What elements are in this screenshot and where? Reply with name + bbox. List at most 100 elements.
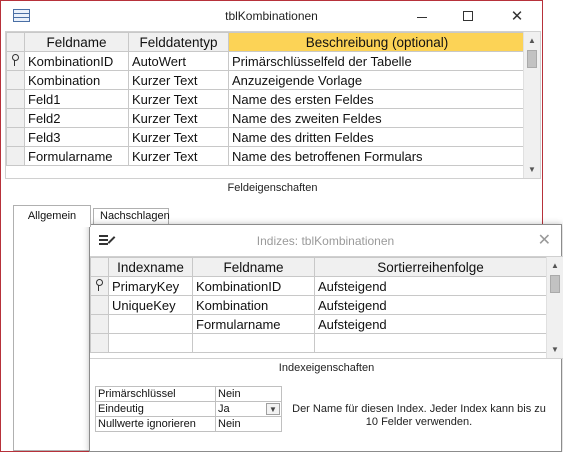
scroll-up-icon[interactable]: ▲ (524, 32, 540, 49)
index-table: Indexname Feldname Sortierreihenfolge Pr… (90, 257, 547, 353)
table-row[interactable]: Kombination Kurzer Text Anzuzeigende Vorla… (6, 70, 526, 90)
table-row[interactable]: UniqueKey Kombination Aufsteigend (90, 295, 547, 315)
select-all-corner[interactable] (90, 257, 109, 277)
cell-feldname[interactable]: KombinationID (192, 276, 315, 296)
index-help-text: Der Name für diesen Index. Jeder Index k… (292, 403, 546, 428)
cell-beschreibung[interactable]: Anzuzeigende Vorlage (228, 70, 526, 90)
tab-allgemein[interactable]: Allgemein (13, 205, 91, 227)
row-selector[interactable] (90, 333, 109, 353)
close-button[interactable]: ✕ (494, 1, 540, 31)
maximize-button[interactable] (445, 1, 491, 31)
cell-beschreibung[interactable]: Name des betroffenen Formulars (228, 146, 526, 166)
close-icon: ✕ (510, 8, 524, 25)
row-selector[interactable] (90, 314, 109, 334)
key-icon (94, 278, 104, 291)
column-header-felddatentyp[interactable]: Felddatentyp (128, 32, 229, 52)
row-selector[interactable] (90, 295, 109, 315)
table-row[interactable]: KombinationID AutoWert Primärschlüsselfeld… (6, 51, 526, 71)
field-table: Feldname Felddatentyp Beschreibung (opti… (6, 32, 526, 166)
cell-feldname[interactable] (192, 333, 315, 353)
column-header-sortierreihenfolge[interactable]: Sortierreihenfolge (314, 257, 547, 277)
index-properties-table: Primärschlüssel Nein Eindeutig Ja ▼ Nullw… (95, 386, 282, 432)
table-row-empty[interactable] (90, 333, 547, 353)
property-value-primary[interactable]: Nein (215, 386, 282, 402)
row-selector[interactable] (6, 127, 25, 147)
dialog-title: Indizes: tblKombinationen (256, 234, 395, 248)
cell-feldname[interactable]: Feld1 (24, 89, 129, 109)
field-grid: Feldname Felddatentyp Beschreibung (opti… (5, 31, 541, 179)
column-header-beschreibung[interactable]: Beschreibung (optional) (228, 32, 526, 52)
cell-sortierreihenfolge[interactable]: Aufsteigend (314, 314, 547, 334)
index-grid-scrollbar[interactable]: ▲ ▼ (546, 257, 563, 358)
row-selector[interactable] (90, 276, 109, 296)
minimize-button[interactable] (399, 1, 445, 31)
scroll-thumb[interactable] (527, 50, 537, 68)
property-value-text: Ja (218, 403, 230, 415)
select-all-corner[interactable] (6, 32, 25, 52)
field-grid-scrollbar[interactable]: ▲ ▼ (523, 32, 540, 178)
dialog-title-bar[interactable]: Indizes: tblKombinationen ✕ (90, 225, 561, 255)
row-selector[interactable] (6, 70, 25, 90)
cell-felddatentyp[interactable]: Kurzer Text (128, 108, 229, 128)
cell-felddatentyp[interactable]: Kurzer Text (128, 89, 229, 109)
column-header-feldname[interactable]: Feldname (24, 32, 129, 52)
row-selector[interactable] (6, 108, 25, 128)
maximize-icon (463, 11, 473, 21)
cell-sortierreihenfolge[interactable]: Aufsteigend (314, 276, 547, 296)
table-row[interactable]: PrimaryKey KombinationID Aufsteigend (90, 276, 547, 296)
scroll-thumb[interactable] (550, 275, 560, 293)
chevron-down-icon[interactable]: ▼ (266, 403, 280, 415)
cell-feldname[interactable]: KombinationID (24, 51, 129, 71)
cell-indexname[interactable]: PrimaryKey (108, 276, 193, 296)
cell-feldname[interactable]: Kombination (192, 295, 315, 315)
cell-beschreibung[interactable]: Name des dritten Feldes (228, 127, 526, 147)
cell-indexname[interactable]: UniqueKey (108, 295, 193, 315)
cell-felddatentyp[interactable]: AutoWert (128, 51, 229, 71)
dialog-close-icon[interactable]: ✕ (538, 230, 551, 250)
tab-nachschlagen[interactable]: Nachschlagen (93, 208, 170, 225)
index-dialog: Indizes: tblKombinationen ✕ Indexname Fe… (89, 224, 563, 452)
cell-feldname[interactable]: Formularname (24, 146, 129, 166)
cell-feldname[interactable]: Feld3 (24, 127, 129, 147)
field-properties-label: Feldeigenschaften (227, 182, 318, 194)
cell-felddatentyp[interactable]: Kurzer Text (128, 127, 229, 147)
title-bar[interactable]: tblKombinationen ✕ (1, 1, 542, 31)
column-header-feldname[interactable]: Feldname (192, 257, 315, 277)
property-row: Nullwerte ignorieren Nein (95, 416, 282, 432)
column-header-indexname[interactable]: Indexname (108, 257, 193, 277)
table-row[interactable]: Feld2 Kurzer Text Name des zweiten Feldes (6, 108, 526, 128)
table-row[interactable]: Feld3 Kurzer Text Name des dritten Feldes (6, 127, 526, 147)
table-row[interactable]: Formularname Kurzer Text Name des betroffe… (6, 146, 526, 166)
property-value-ignore-nulls[interactable]: Nein (215, 416, 282, 432)
property-row: Primärschlüssel Nein (95, 386, 282, 402)
minimize-icon (417, 16, 427, 18)
property-value-unique[interactable]: Ja ▼ (215, 401, 282, 417)
property-row: Eindeutig Ja ▼ (95, 401, 282, 417)
cell-felddatentyp[interactable]: Kurzer Text (128, 146, 229, 166)
property-name: Primärschlüssel (95, 386, 216, 402)
key-icon (10, 53, 20, 66)
scroll-down-icon[interactable]: ▼ (524, 161, 540, 178)
cell-sortierreihenfolge[interactable]: Aufsteigend (314, 295, 547, 315)
scroll-down-icon[interactable]: ▼ (547, 341, 563, 358)
property-name: Nullwerte ignorieren (95, 416, 216, 432)
row-selector[interactable] (6, 51, 25, 71)
cell-indexname[interactable] (108, 314, 193, 334)
table-row[interactable]: Formularname Aufsteigend (90, 314, 547, 334)
index-grid: Indexname Feldname Sortierreihenfolge Pr… (90, 256, 563, 359)
property-name: Eindeutig (95, 401, 216, 417)
table-row[interactable]: Feld1 Kurzer Text Name des ersten Feldes (6, 89, 526, 109)
row-selector[interactable] (6, 89, 25, 109)
cell-sortierreihenfolge[interactable] (314, 333, 547, 353)
cell-beschreibung[interactable]: Name des ersten Feldes (228, 89, 526, 109)
row-selector[interactable] (6, 146, 25, 166)
cell-beschreibung[interactable]: Name des zweiten Feldes (228, 108, 526, 128)
cell-feldname[interactable]: Feld2 (24, 108, 129, 128)
cell-felddatentyp[interactable]: Kurzer Text (128, 70, 229, 90)
cell-indexname[interactable] (108, 333, 193, 353)
cell-feldname[interactable]: Kombination (24, 70, 129, 90)
index-properties-label: Indexeigenschaften (278, 362, 375, 374)
cell-feldname[interactable]: Formularname (192, 314, 315, 334)
scroll-up-icon[interactable]: ▲ (547, 257, 563, 274)
cell-beschreibung[interactable]: Primärschlüsselfeld der Tabelle (228, 51, 526, 71)
